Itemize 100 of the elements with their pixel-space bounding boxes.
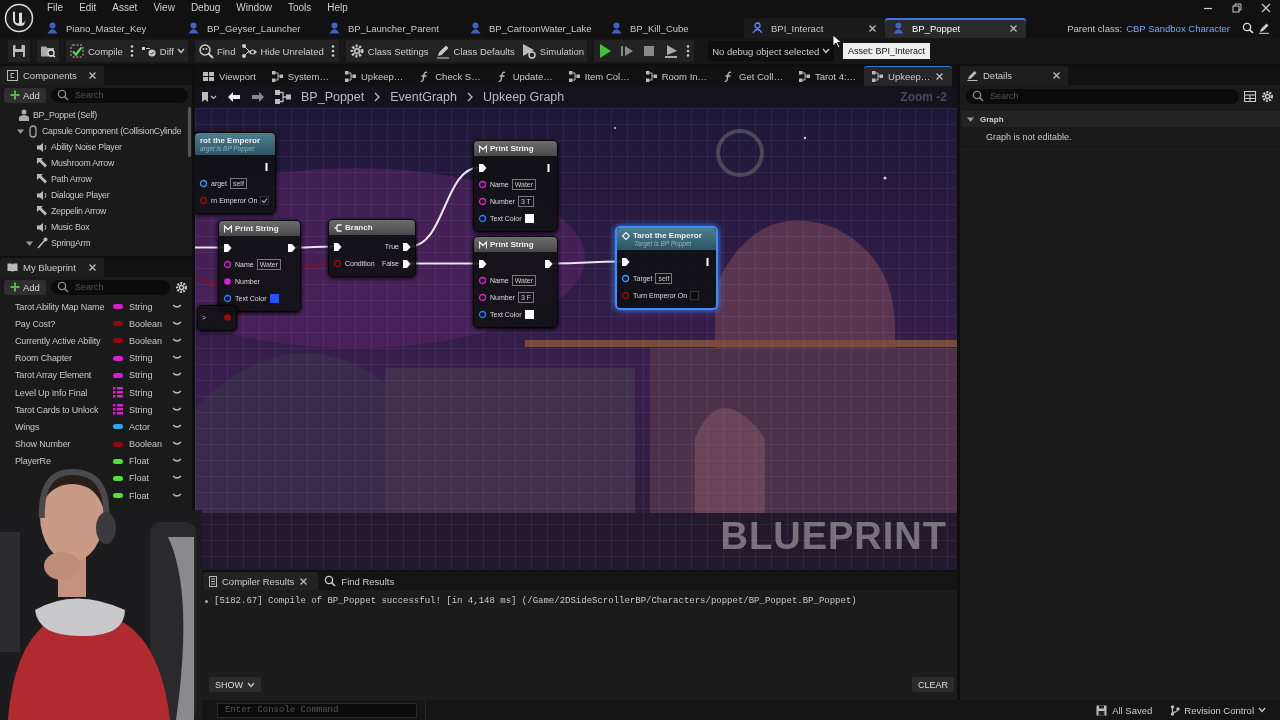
section-header[interactable]: Graph: [962, 111, 1280, 127]
variable-row[interactable]: Tarot Cards to Unlock String: [0, 401, 192, 419]
save-button[interactable]: [8, 40, 30, 62]
graph-tab[interactable]: System…: [263, 66, 337, 86]
variable-row[interactable]: Float: [110, 469, 192, 488]
panel-tab[interactable]: Components: [0, 66, 104, 85]
breadcrumb-link[interactable]: Upkeep Graph: [482, 90, 565, 104]
document-tab[interactable]: BP_Poppet: [885, 18, 1026, 38]
add-button[interactable]: Add: [4, 279, 46, 295]
class-settings-button[interactable]: Class Settings: [345, 40, 432, 62]
settings-icon[interactable]: [1261, 89, 1274, 103]
search-field[interactable]: Search: [50, 87, 188, 103]
tree-item[interactable]: Zeppelin Arrow: [0, 203, 186, 219]
document-tab[interactable]: BP_Geyser_Launcher: [180, 18, 321, 38]
debug-object-dropdown[interactable]: No debug object selected: [708, 41, 835, 61]
clear-button[interactable]: CLEAR: [912, 677, 954, 692]
document-tab[interactable]: BP_Kill_Cube: [603, 18, 744, 38]
hide-unrelated-button[interactable]: Hide Unrelated: [238, 40, 327, 62]
close-icon[interactable]: [88, 71, 97, 80]
document-tab[interactable]: BP_Launcher_Parent: [321, 18, 462, 38]
document-tab[interactable]: Piano_Master_Key: [39, 18, 180, 38]
close-icon[interactable]: [1261, 3, 1271, 13]
expand-arrow-icon[interactable]: [17, 127, 24, 135]
variable-row[interactable]: PlayerRe Float: [0, 452, 192, 470]
revision-control-button[interactable]: Revision Control: [1170, 704, 1266, 716]
search-input[interactable]: Search: [72, 281, 164, 293]
close-icon[interactable]: [935, 72, 945, 81]
close-icon[interactable]: [88, 263, 97, 272]
tree-item[interactable]: BP_Poppet (Self): [0, 107, 186, 123]
settings-icon[interactable]: [175, 280, 188, 294]
variable-row[interactable]: Wings Actor: [0, 418, 192, 436]
class-defaults-button[interactable]: Class Defaults: [431, 40, 518, 62]
back-arrow-icon[interactable]: [227, 91, 241, 103]
search-input[interactable]: Search: [72, 89, 182, 101]
tree-item[interactable]: Capsule Component (CollisionCylinde: [0, 123, 186, 139]
graph-tab[interactable]: Upkeep…: [864, 66, 953, 86]
tree-item[interactable]: Ability Noise Player: [0, 139, 186, 155]
search-field[interactable]: Search: [966, 88, 1239, 104]
add-button[interactable]: Add: [4, 87, 46, 103]
graph-tab[interactable]: Tarot 4:…: [790, 66, 865, 86]
graph-tab[interactable]: Room In…: [637, 66, 716, 86]
graph-tab[interactable]: Update…: [488, 66, 561, 86]
document-tab[interactable]: BP_CartoonWater_Lake: [462, 18, 603, 38]
variable-row[interactable]: Float: [110, 487, 192, 505]
menu-item[interactable]: File: [39, 1, 72, 15]
menu-item[interactable]: Help: [319, 1, 356, 15]
menu-item[interactable]: Edit: [71, 1, 105, 15]
menu-item[interactable]: Window: [228, 1, 280, 15]
browse-button[interactable]: [37, 40, 59, 62]
panel-tab[interactable]: My Blueprint: [0, 258, 104, 277]
graph-tab[interactable]: Upkeep…: [337, 66, 412, 86]
close-icon[interactable]: [1009, 23, 1018, 33]
expand-arrow-icon[interactable]: [967, 115, 974, 123]
restore-icon[interactable]: [1232, 3, 1242, 13]
show-filter-dropdown[interactable]: SHOW: [209, 677, 261, 692]
forward-arrow-icon[interactable]: [251, 91, 265, 103]
close-icon[interactable]: [868, 23, 877, 33]
panel-tab[interactable]: Compiler Results: [203, 572, 319, 590]
graph-tab[interactable]: Viewport: [195, 66, 264, 86]
close-icon[interactable]: [1052, 71, 1061, 80]
variable-row[interactable]: Tarot Array Element String: [0, 366, 192, 384]
bookmark-icon[interactable]: [201, 91, 217, 103]
variable-row[interactable]: Show Number Boolean: [0, 435, 192, 453]
panel-tab[interactable]: Find Results: [318, 572, 405, 590]
scrollbar[interactable]: [188, 107, 191, 157]
breadcrumb-link[interactable]: BP_Poppet: [301, 90, 365, 104]
variable-row[interactable]: Level Up Info Final String: [0, 383, 192, 402]
parent-class-link[interactable]: CBP Sandbox Character: [1126, 22, 1230, 34]
search-icon[interactable]: [1242, 22, 1254, 34]
pencil-icon[interactable]: [1258, 22, 1270, 34]
graph-tab[interactable]: Item Col…: [560, 66, 638, 86]
compile-button[interactable]: Compile: [66, 40, 126, 62]
tree-item[interactable]: Path Arrow: [0, 171, 186, 187]
diff-button[interactable]: Diff: [137, 40, 188, 62]
close-icon[interactable]: [299, 576, 309, 586]
menu-item[interactable]: View: [145, 1, 183, 15]
more-button[interactable]: [682, 40, 695, 62]
find-button[interactable]: Find: [194, 40, 239, 62]
document-tab[interactable]: BPI_Interact: [744, 18, 885, 38]
tree-item[interactable]: Dialogue Player: [0, 187, 186, 203]
menu-item[interactable]: Tools: [279, 1, 320, 15]
graph-tab[interactable]: Get Coll…: [715, 66, 791, 86]
search-field[interactable]: Search: [50, 279, 170, 295]
tree-item[interactable]: SpringArm: [0, 235, 186, 251]
console-field[interactable]: Enter Console Command: [217, 702, 417, 718]
simulation-button[interactable]: Simulation: [517, 40, 588, 62]
variable-row[interactable]: Tarot Ability Map Name String: [0, 298, 192, 316]
panel-tab[interactable]: Details: [960, 66, 1068, 85]
graph-tab[interactable]: Check S…: [411, 66, 489, 86]
tree-item[interactable]: Music Box: [0, 219, 186, 235]
play-button[interactable]: [594, 40, 617, 62]
expand-arrow-icon[interactable]: [26, 239, 33, 247]
tree-item[interactable]: Mushroom Arrow: [0, 155, 186, 171]
menu-item[interactable]: Asset: [104, 1, 146, 15]
menu-item[interactable]: Debug: [182, 1, 229, 15]
variable-row[interactable]: Currently Active Ability Boolean: [0, 332, 192, 350]
variable-row[interactable]: Pay Cost? Boolean: [0, 315, 192, 333]
variable-row[interactable]: Room Chapter String: [0, 349, 192, 367]
console-input[interactable]: Enter Console Command: [223, 704, 411, 716]
save-state-button[interactable]: All Saved: [1096, 704, 1153, 716]
